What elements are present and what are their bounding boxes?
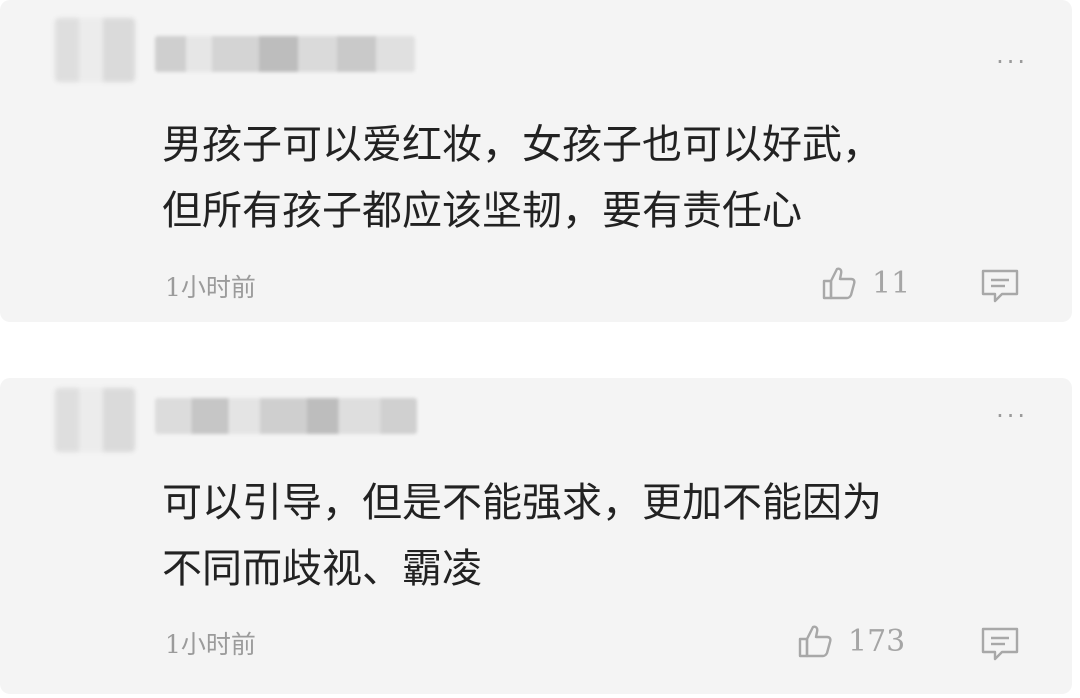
comment-card: ··· 可以引导，但是不能强求，更加不能因为 不同而歧视、霸凌 1小时前 173: [0, 378, 1072, 694]
avatar[interactable]: [55, 388, 135, 452]
comment-text: 男孩子可以爱红妆，女孩子也可以好武， 但所有孩子都应该坚韧，要有责任心: [162, 122, 882, 234]
comment-icon: [981, 627, 1019, 661]
more-options-button[interactable]: ···: [996, 404, 1028, 428]
like-count: 11: [872, 265, 911, 301]
username-blurred[interactable]: [155, 398, 417, 434]
like-count: 173: [848, 623, 906, 659]
thumbs-up-icon: [822, 267, 856, 300]
like-button[interactable]: 11: [820, 264, 910, 302]
username-blurred[interactable]: [155, 36, 415, 72]
comment-timestamp: 1小时前: [165, 273, 256, 302]
reply-button[interactable]: [980, 268, 1020, 304]
thumbs-up-icon: [798, 625, 832, 658]
avatar[interactable]: [55, 18, 135, 82]
like-button[interactable]: 173: [796, 622, 905, 660]
comment-text: 可以引导，但是不能强求，更加不能因为 不同而歧视、霸凌: [162, 480, 882, 592]
comment-card: ··· 男孩子可以爱红妆，女孩子也可以好武， 但所有孩子都应该坚韧，要有责任心 …: [0, 0, 1072, 322]
comment-icon: [981, 269, 1019, 303]
comment-timestamp: 1小时前: [165, 630, 256, 659]
more-options-button[interactable]: ···: [996, 50, 1028, 74]
reply-button[interactable]: [980, 626, 1020, 662]
